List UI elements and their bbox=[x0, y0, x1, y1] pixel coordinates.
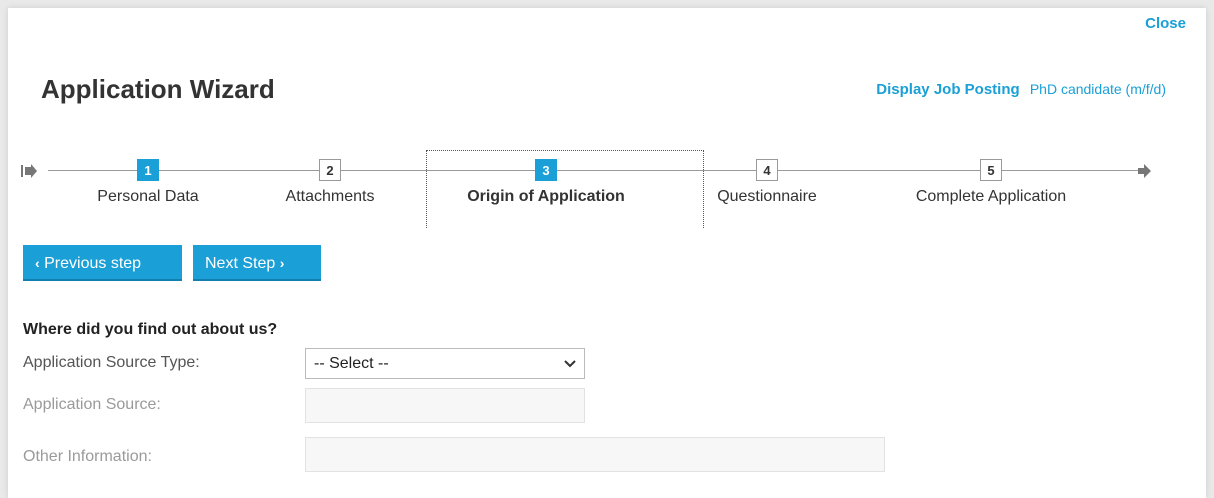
display-job-posting-link[interactable]: Display Job Posting bbox=[876, 81, 1019, 98]
page-title: Application Wizard bbox=[41, 74, 275, 104]
step-5-number[interactable]: 5 bbox=[980, 159, 1002, 181]
previous-step-label: Previous step bbox=[44, 255, 142, 272]
wizard-stepper: 1 Personal Data 2 Attachments 3 Origin o… bbox=[8, 148, 1206, 228]
step-2-label[interactable]: Attachments bbox=[286, 188, 375, 206]
next-step-button[interactable]: Next Step › bbox=[193, 245, 321, 281]
job-title-link[interactable]: PhD candidate (m/f/d) bbox=[1030, 81, 1166, 97]
wizard-end-arrow-icon bbox=[1138, 164, 1151, 178]
application-wizard-dialog: Close Application Wizard Display Job Pos… bbox=[8, 8, 1206, 498]
step-4-number[interactable]: 4 bbox=[756, 159, 778, 181]
step-1-number[interactable]: 1 bbox=[137, 159, 159, 181]
step-3-number[interactable]: 3 bbox=[535, 159, 557, 181]
application-source-field bbox=[305, 388, 585, 423]
step-1-label[interactable]: Personal Data bbox=[97, 188, 198, 206]
source-label: Application Source: bbox=[23, 396, 161, 413]
step-4-label[interactable]: Questionnaire bbox=[717, 188, 817, 206]
source-type-select[interactable]: -- Select -- bbox=[305, 348, 585, 379]
wizard-start-arrow-icon bbox=[21, 164, 37, 178]
step-2-number[interactable]: 2 bbox=[319, 159, 341, 181]
chevron-down-icon bbox=[564, 360, 576, 368]
other-information-label: Other Information: bbox=[23, 448, 152, 465]
source-type-label: Application Source Type: bbox=[23, 354, 200, 371]
job-posting-header: Display Job Posting PhD candidate (m/f/d… bbox=[876, 81, 1166, 98]
next-step-label: Next Step bbox=[205, 255, 276, 272]
chevron-right-icon: › bbox=[279, 255, 285, 271]
step-5-label[interactable]: Complete Application bbox=[916, 188, 1066, 206]
step-3-label[interactable]: Origin of Application bbox=[467, 188, 625, 206]
close-link[interactable]: Close bbox=[1145, 15, 1186, 32]
source-question-heading: Where did you find out about us? bbox=[23, 321, 278, 338]
previous-step-button[interactable]: ‹ Previous step bbox=[23, 245, 182, 281]
chevron-left-icon: ‹ bbox=[35, 255, 40, 271]
other-information-field bbox=[305, 437, 885, 472]
source-type-value: -- Select -- bbox=[314, 355, 389, 372]
